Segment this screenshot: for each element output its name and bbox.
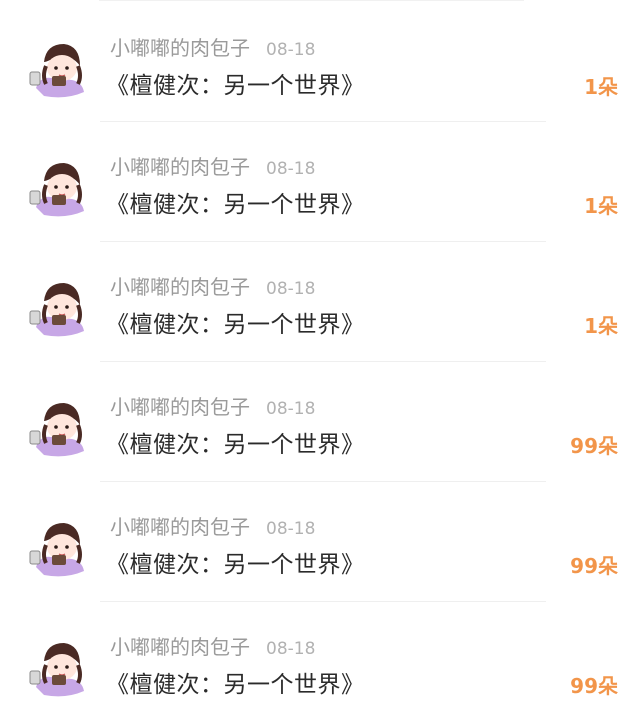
row-divider [100, 481, 546, 482]
row-divider [100, 361, 546, 362]
flower-count: 1朵 [584, 314, 618, 338]
flower-count: 99朵 [570, 674, 618, 698]
author-name[interactable]: 小嘟嘟的肉包子 [110, 631, 250, 660]
cartoon-girl-avatar-icon[interactable] [26, 635, 90, 699]
meta-line: 小嘟嘟的肉包子 08-18 [110, 631, 315, 661]
cartoon-girl-avatar-icon[interactable] [26, 395, 90, 459]
list-item[interactable]: 小嘟嘟的肉包子 08-18 《檀健次：另一个世界》 1朵 [0, 2, 640, 121]
list-item[interactable]: 小嘟嘟的肉包子 08-18 《檀健次：另一个世界》 1朵 [0, 241, 640, 360]
date-label: 08-18 [266, 639, 316, 659]
author-name[interactable]: 小嘟嘟的肉包子 [110, 151, 250, 180]
item-title[interactable]: 《檀健次：另一个世界》 [106, 425, 365, 459]
date-label: 08-18 [266, 279, 316, 299]
meta-line: 小嘟嘟的肉包子 08-18 [110, 511, 315, 541]
flower-count: 99朵 [570, 554, 618, 578]
date-label: 08-18 [266, 159, 316, 179]
list-item[interactable]: 小嘟嘟的肉包子 08-18 《檀健次：另一个世界》 99朵 [0, 601, 640, 720]
author-name[interactable]: 小嘟嘟的肉包子 [110, 32, 250, 61]
meta-line: 小嘟嘟的肉包子 08-18 [110, 391, 315, 421]
top-divider [99, 0, 524, 1]
item-title[interactable]: 《檀健次：另一个世界》 [106, 66, 365, 100]
row-divider [100, 601, 546, 602]
date-label: 08-18 [266, 40, 316, 60]
flower-count: 99朵 [570, 434, 618, 458]
cartoon-girl-avatar-icon[interactable] [26, 515, 90, 579]
row-divider [100, 121, 546, 122]
meta-line: 小嘟嘟的肉包子 08-18 [110, 271, 315, 301]
list-item[interactable]: 小嘟嘟的肉包子 08-18 《檀健次：另一个世界》 99朵 [0, 361, 640, 480]
item-title[interactable]: 《檀健次：另一个世界》 [106, 185, 365, 219]
author-name[interactable]: 小嘟嘟的肉包子 [110, 391, 250, 420]
meta-line: 小嘟嘟的肉包子 08-18 [110, 32, 315, 62]
date-label: 08-18 [266, 519, 316, 539]
cartoon-girl-avatar-icon[interactable] [26, 36, 90, 100]
cartoon-girl-avatar-icon[interactable] [26, 155, 90, 219]
flower-count: 1朵 [584, 194, 618, 218]
meta-line: 小嘟嘟的肉包子 08-18 [110, 151, 315, 181]
row-divider [100, 241, 546, 242]
item-title[interactable]: 《檀健次：另一个世界》 [106, 665, 365, 699]
list-item[interactable]: 小嘟嘟的肉包子 08-18 《檀健次：另一个世界》 99朵 [0, 481, 640, 600]
author-name[interactable]: 小嘟嘟的肉包子 [110, 271, 250, 300]
gift-list: 小嘟嘟的肉包子 08-18 《檀健次：另一个世界》 1朵 小嘟嘟的肉包子 08-… [0, 0, 640, 721]
item-title[interactable]: 《檀健次：另一个世界》 [106, 305, 365, 339]
author-name[interactable]: 小嘟嘟的肉包子 [110, 511, 250, 540]
flower-count: 1朵 [584, 75, 618, 99]
date-label: 08-18 [266, 399, 316, 419]
list-item[interactable]: 小嘟嘟的肉包子 08-18 《檀健次：另一个世界》 1朵 [0, 121, 640, 240]
cartoon-girl-avatar-icon[interactable] [26, 275, 90, 339]
item-title[interactable]: 《檀健次：另一个世界》 [106, 545, 365, 579]
